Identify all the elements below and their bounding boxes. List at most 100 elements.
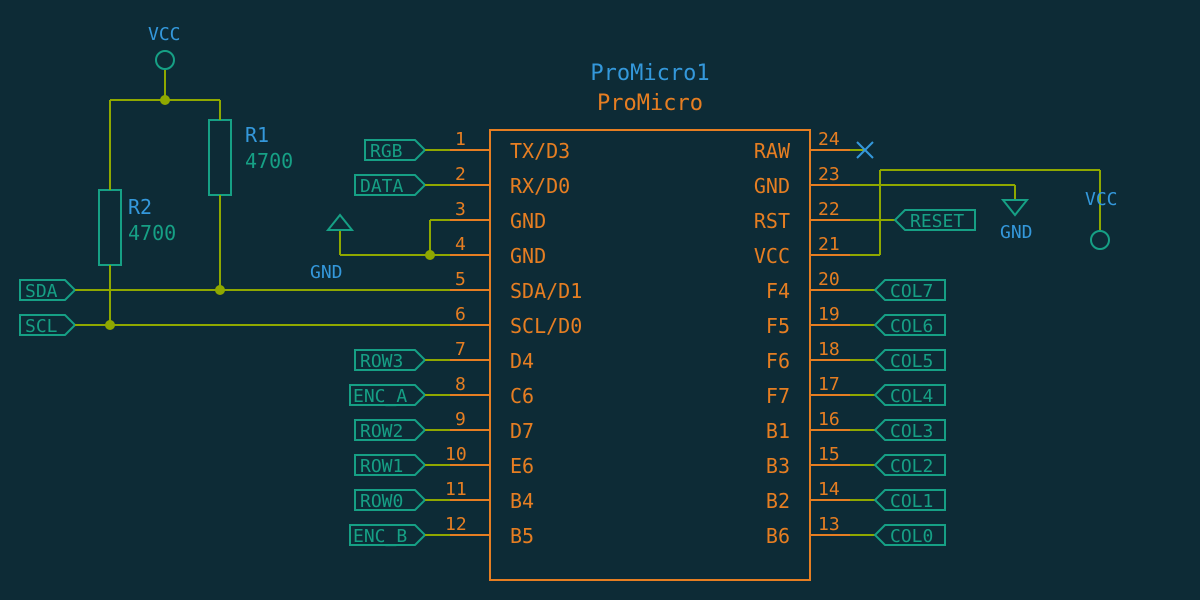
vcc-symbol — [156, 51, 174, 69]
svg-text:F4: F4 — [766, 279, 790, 303]
svg-text:14: 14 — [818, 479, 840, 500]
net-enc-b: ENC_B — [350, 525, 450, 547]
svg-text:COL3: COL3 — [890, 421, 933, 442]
svg-text:4700: 4700 — [245, 149, 293, 173]
svg-text:C6: C6 — [510, 384, 534, 408]
svg-text:B1: B1 — [766, 419, 790, 443]
svg-text:2: 2 — [455, 164, 466, 185]
svg-text:GND: GND — [310, 262, 343, 283]
svg-text:D7: D7 — [510, 419, 534, 443]
net-row3: ROW3 — [355, 350, 450, 372]
svg-text:R1: R1 — [245, 123, 269, 147]
gnd-left: GND — [310, 215, 450, 283]
svg-text:F5: F5 — [766, 314, 790, 338]
svg-text:ROW3: ROW3 — [360, 351, 403, 372]
net-col2: COL2 — [850, 455, 945, 477]
svg-text:DATA: DATA — [360, 176, 404, 197]
net-col7: COL7 — [850, 280, 945, 302]
svg-text:15: 15 — [818, 444, 840, 465]
svg-text:F6: F6 — [766, 349, 790, 373]
svg-text:RAW: RAW — [754, 139, 791, 163]
svg-text:4700: 4700 — [128, 221, 176, 245]
net-reset: RESET — [850, 210, 975, 232]
svg-text:ROW1: ROW1 — [360, 456, 403, 477]
net-col1: COL1 — [850, 490, 945, 512]
svg-text:COL5: COL5 — [890, 351, 933, 372]
net-row2: ROW2 — [355, 420, 450, 442]
svg-text:22: 22 — [818, 199, 840, 220]
vcc-right: VCC — [850, 170, 1118, 255]
svg-text:SCL: SCL — [25, 316, 58, 337]
svg-text:24: 24 — [818, 129, 840, 150]
svg-text:GND: GND — [510, 209, 546, 233]
vcc-label: VCC — [148, 24, 181, 45]
svg-text:8: 8 — [455, 374, 466, 395]
schematic-canvas: ProMicro1 ProMicro 1 TX/D3 2 RX/D0 3 GND 4 G… — [0, 0, 1200, 600]
svg-text:B6: B6 — [766, 524, 790, 548]
no-connect-raw — [850, 142, 873, 158]
svg-text:ENC_A: ENC_A — [353, 386, 407, 407]
net-col6: COL6 — [850, 315, 945, 337]
svg-text:VCC: VCC — [754, 244, 790, 268]
svg-text:COL2: COL2 — [890, 456, 933, 477]
svg-text:20: 20 — [818, 269, 840, 290]
net-row0: ROW0 — [355, 490, 450, 512]
svg-text:23: 23 — [818, 164, 840, 185]
svg-text:ENC_B: ENC_B — [353, 526, 407, 547]
svg-text:RESET: RESET — [910, 211, 964, 232]
net-col0: COL0 — [850, 525, 945, 547]
svg-text:10: 10 — [445, 444, 467, 465]
net-col3: COL3 — [850, 420, 945, 442]
svg-text:17: 17 — [818, 374, 840, 395]
svg-text:B5: B5 — [510, 524, 534, 548]
svg-text:16: 16 — [818, 409, 840, 430]
svg-text:11: 11 — [445, 479, 467, 500]
svg-text:COL6: COL6 — [890, 316, 933, 337]
svg-text:VCC: VCC — [1085, 189, 1118, 210]
component-type: ProMicro — [597, 91, 703, 116]
svg-text:1: 1 — [455, 129, 466, 150]
net-col4: COL4 — [850, 385, 945, 407]
resistor-r1: R1 4700 — [209, 100, 293, 290]
left-pins: 1TX/D3 2RX/D0 3GND 4GND 5SDA/D1 6SCL/D0 … — [445, 129, 582, 548]
svg-text:6: 6 — [455, 304, 466, 325]
svg-text:RX/D0: RX/D0 — [510, 174, 570, 198]
net-scl: SCL — [20, 315, 75, 337]
svg-text:GND: GND — [1000, 222, 1033, 243]
svg-text:D4: D4 — [510, 349, 534, 373]
svg-text:B2: B2 — [766, 489, 790, 513]
svg-text:COL1: COL1 — [890, 491, 933, 512]
svg-text:9: 9 — [455, 409, 466, 430]
svg-text:SDA/D1: SDA/D1 — [510, 279, 582, 303]
resistor-r2: R2 4700 — [99, 100, 176, 325]
svg-text:E6: E6 — [510, 454, 534, 478]
component-ref: ProMicro1 — [590, 61, 709, 86]
svg-text:RGB: RGB — [370, 141, 403, 162]
svg-text:12: 12 — [445, 514, 467, 535]
svg-text:18: 18 — [818, 339, 840, 360]
svg-text:COL7: COL7 — [890, 281, 933, 302]
svg-text:GND: GND — [754, 174, 790, 198]
svg-text:B3: B3 — [766, 454, 790, 478]
svg-text:SCL/D0: SCL/D0 — [510, 314, 582, 338]
svg-text:RST: RST — [754, 209, 790, 233]
net-enc-a: ENC_A — [350, 385, 450, 407]
svg-text:COL0: COL0 — [890, 526, 933, 547]
svg-text:F7: F7 — [766, 384, 790, 408]
svg-text:R2: R2 — [128, 195, 152, 219]
svg-text:SDA: SDA — [25, 281, 58, 302]
svg-text:5: 5 — [455, 269, 466, 290]
net-rgb: RGB — [365, 140, 450, 162]
svg-text:COL4: COL4 — [890, 386, 933, 407]
svg-text:ROW0: ROW0 — [360, 491, 403, 512]
svg-text:ROW2: ROW2 — [360, 421, 403, 442]
svg-text:B4: B4 — [510, 489, 534, 513]
net-sda: SDA — [20, 280, 75, 302]
svg-text:4: 4 — [455, 234, 466, 255]
svg-text:TX/D3: TX/D3 — [510, 139, 570, 163]
svg-text:13: 13 — [818, 514, 840, 535]
svg-text:7: 7 — [455, 339, 466, 360]
svg-text:3: 3 — [455, 199, 466, 220]
svg-text:19: 19 — [818, 304, 840, 325]
net-row1: ROW1 — [355, 455, 450, 477]
